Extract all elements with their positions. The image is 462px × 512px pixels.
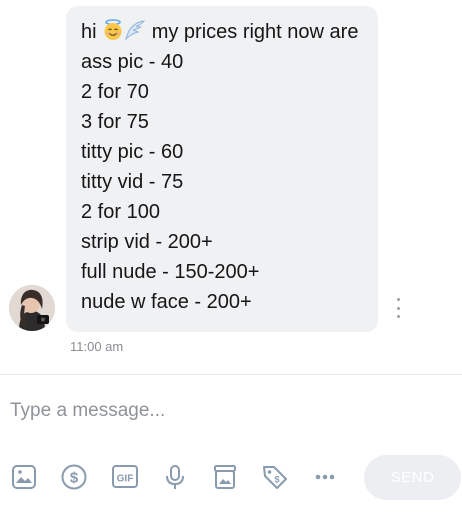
- message-intro: my prices right now are: [151, 21, 359, 43]
- microphone-icon: [166, 465, 184, 489]
- dot: [396, 298, 400, 301]
- avatar[interactable]: [9, 285, 55, 331]
- svg-text:$: $: [70, 470, 79, 487]
- gif-button[interactable]: GIF: [111, 463, 139, 491]
- message-line: full nude - 150-200+: [81, 261, 260, 283]
- gif-label: GIF: [117, 474, 134, 485]
- message-line: ass pic - 40: [81, 51, 184, 73]
- vault-icon: [214, 465, 236, 489]
- price-button[interactable]: $: [261, 463, 289, 491]
- voice-button[interactable]: [161, 463, 189, 491]
- divider: [0, 374, 462, 375]
- tip-button[interactable]: $: [60, 463, 88, 491]
- message-greeting: hi: [81, 21, 97, 43]
- image-button[interactable]: [10, 463, 38, 491]
- svg-text:$: $: [274, 475, 279, 485]
- message-input[interactable]: [10, 396, 450, 426]
- message-bubble: hi my prices right now are ass pic - 40: [66, 6, 378, 332]
- more-button[interactable]: [311, 463, 339, 491]
- message-line: hi my prices right now are: [81, 17, 364, 47]
- send-button[interactable]: SEND: [364, 455, 461, 500]
- wing-icon: [124, 19, 146, 50]
- more-icon: [315, 474, 335, 480]
- smiling-face-with-halo-icon: [102, 19, 124, 50]
- dot: [396, 306, 400, 310]
- message-line: titty vid - 75: [81, 171, 184, 193]
- message-line: nude w face - 200+: [81, 291, 252, 313]
- message-line: 2 for 100: [81, 201, 160, 223]
- gif-icon: GIF: [112, 465, 138, 488]
- message-timestamp: 11:00 am: [70, 339, 124, 354]
- message-line: titty pic - 60: [81, 141, 184, 163]
- message-line: 3 for 75: [81, 111, 149, 133]
- message-line: strip vid - 200+: [81, 231, 213, 253]
- price-tag-icon: $: [263, 466, 287, 489]
- message-line: 2 for 70: [81, 81, 149, 103]
- dot: [396, 315, 400, 318]
- dollar-icon: $: [61, 464, 87, 490]
- chat-view: hi my prices right now are ass pic - 40: [0, 0, 462, 512]
- vault-button[interactable]: [211, 463, 239, 491]
- image-icon: [12, 465, 36, 489]
- message-options-button[interactable]: [391, 298, 405, 318]
